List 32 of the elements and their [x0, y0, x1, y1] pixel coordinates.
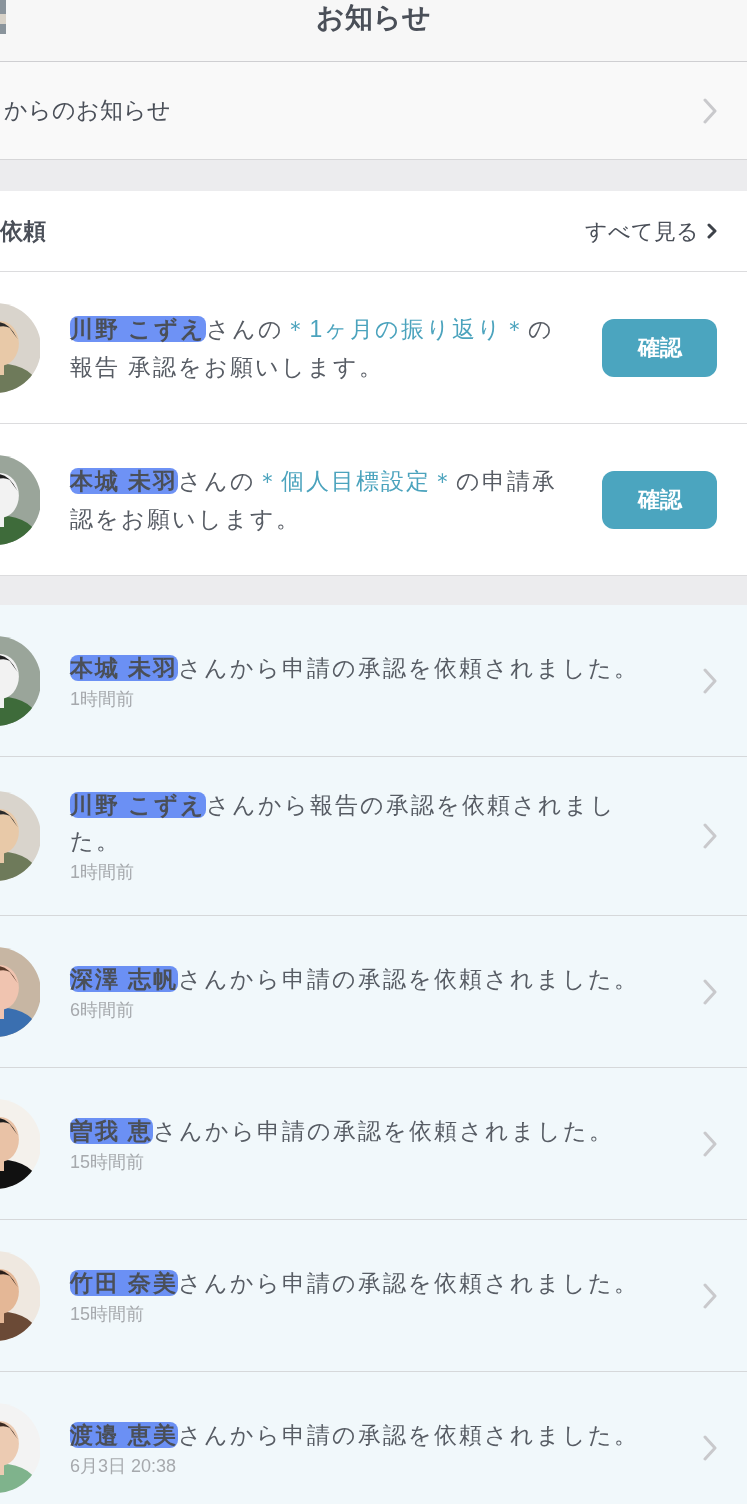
- request-message: 川野 こずえ さんの＊1ヶ月の振り返り＊の報告 承認をお願いします。: [70, 314, 556, 382]
- timestamp: 15時間前: [70, 1302, 146, 1326]
- timestamp: 6時間前: [70, 998, 135, 1022]
- timestamp: 6月3日 20:38: [70, 1454, 178, 1478]
- notification-row[interactable]: 深澤 志帆 さんから申請の承認を依頼されました。 6時間前: [0, 916, 747, 1068]
- notification-row[interactable]: 本城 未羽 さんから申請の承認を依頼されました。 1時間前: [0, 605, 747, 757]
- notification-row[interactable]: 渡邉 恵美 さんから申請の承認を依頼されました。 6月3日 20:38: [0, 1372, 747, 1504]
- chevron-right-icon: [703, 667, 717, 694]
- notification-message: 竹田 奈美 さんから申請の承認を依頼されました。: [70, 1268, 641, 1298]
- chevron-right-icon: [703, 978, 717, 1005]
- see-all-link[interactable]: すべて見る: [585, 214, 717, 248]
- timestamp: 1時間前: [70, 861, 135, 884]
- chevron-right-icon: [703, 1130, 717, 1157]
- page-title: お知らせ: [316, 2, 431, 33]
- timestamp: 15時間前: [70, 1150, 146, 1174]
- notification-message: 渡邉 恵美 さんから申請の承認を依頼されました。: [70, 1420, 641, 1450]
- notification-message: 曽我 恵 さんから申請の承認を依頼されました。: [70, 1116, 616, 1146]
- chevron-right-icon: [703, 1434, 717, 1461]
- request-message: 本城 未羽 さんの＊個人目標設定＊の申請承認をお願いします。: [70, 466, 559, 534]
- chevron-right-icon: [707, 223, 717, 239]
- notification-message: 本城 未羽 さんから申請の承認を依頼されました。: [70, 653, 641, 683]
- announcements-row[interactable]: からのお知らせ: [0, 62, 747, 160]
- timestamp: 1時間前: [70, 687, 135, 711]
- chevron-right-icon: [703, 823, 717, 849]
- notification-row[interactable]: 竹田 奈美 さんから申請の承認を依頼されました。 15時間前: [0, 1220, 747, 1372]
- notification-row[interactable]: 曽我 恵 さんから申請の承認を依頼されました。 15時間前: [0, 1068, 747, 1220]
- notification-message: 深澤 志帆 さんから申請の承認を依頼されました。: [70, 964, 641, 994]
- notification-message: 川野 こずえ さんから報告の承認を依頼されました。: [70, 791, 618, 856]
- chevron-right-icon: [703, 97, 717, 124]
- chevron-right-icon: [703, 1282, 717, 1309]
- section-title: 依頼: [0, 216, 46, 246]
- notification-row[interactable]: 川野 こずえ さんから報告の承認を依頼されました。 1時間前: [0, 757, 747, 916]
